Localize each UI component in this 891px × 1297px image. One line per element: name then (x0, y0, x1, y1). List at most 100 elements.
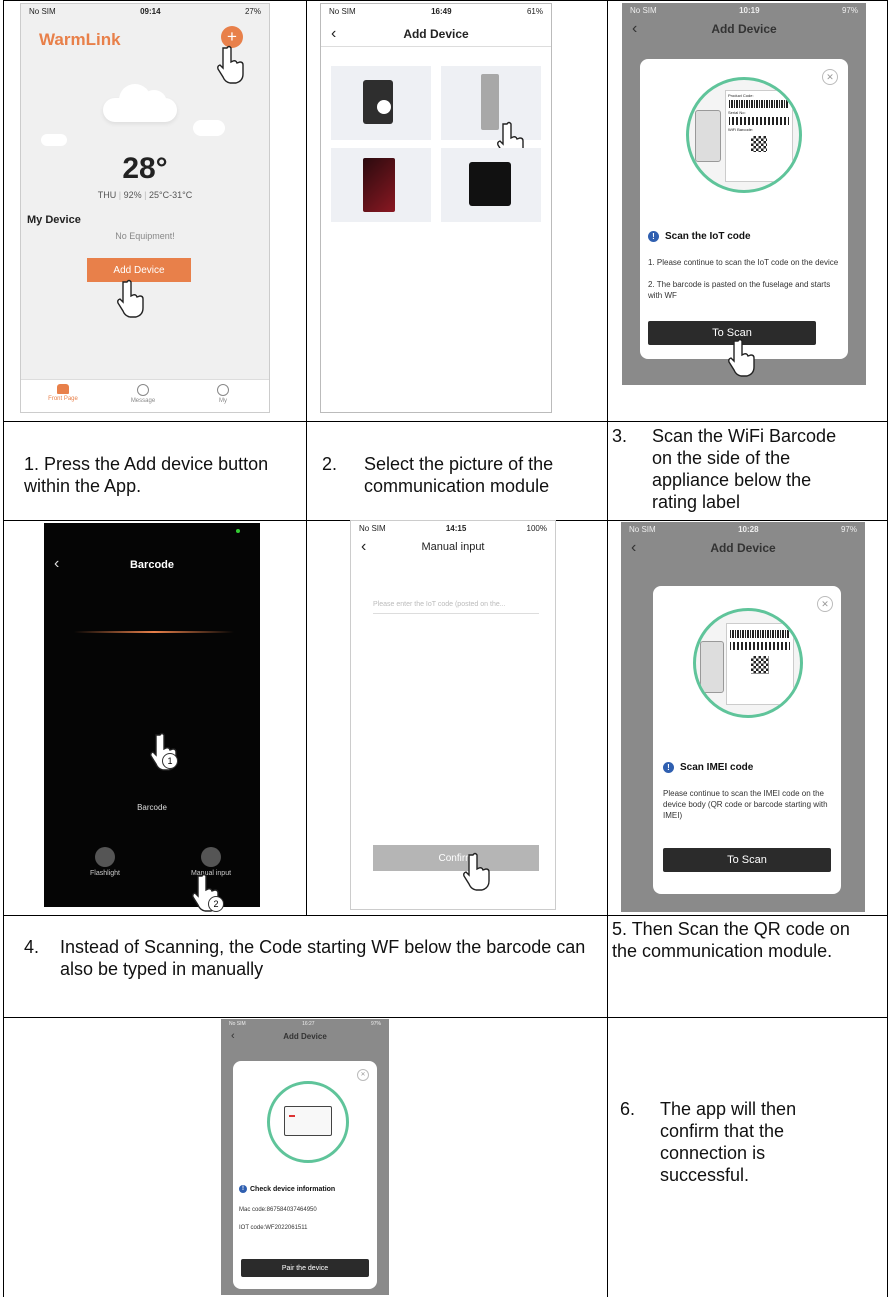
carrier-label: No SIM (29, 6, 56, 16)
screenshot-scan-iot: No SIM 10:19 97% ‹ Add Device ✕ Product … (622, 3, 866, 385)
nav-bar: ‹ Add Device (321, 22, 551, 47)
back-chevron-icon[interactable]: ‹ (331, 25, 336, 43)
mac-code: Mac code:867584037464950 (239, 1207, 317, 1213)
grid-line (3, 915, 888, 916)
temp-range-label: 25°C-31°C (149, 190, 193, 200)
iot-heading: ! Scan the IoT code (648, 231, 751, 242)
cloud-icon (41, 134, 67, 146)
grid-line (3, 421, 888, 422)
imei-heading: ! Scan IMEI code (663, 762, 753, 773)
step-3-caption: 3. Scan the WiFi Barcode on the side of … (612, 426, 837, 512)
iot-modal: ✕ Product Code: Serial No: WiFi Barcode:… (640, 59, 848, 359)
hand-pointer-icon (728, 338, 755, 377)
status-bar: No SIM 10:28 97% (629, 524, 857, 534)
module-tile[interactable] (441, 148, 541, 222)
user-icon (217, 384, 229, 396)
screenshot-module-picker: No SIM 16:49 61% ‹ Add Device (320, 3, 552, 413)
module-image (363, 158, 395, 212)
iot-instruction-2: 2. The barcode is pasted on the fuselage… (648, 280, 831, 300)
barcode-caption: Barcode (137, 803, 167, 812)
tab-my[interactable]: My (201, 384, 245, 404)
heater-icon (284, 1106, 332, 1136)
grid-line (306, 0, 307, 915)
module-image (469, 162, 511, 206)
installation-guide: No SIM 09:14 27% WarmLink + 28° THU | 92… (0, 0, 891, 1297)
screenshot-manual-input: No SIM 14:15 100% ‹ Manual input Please … (350, 520, 556, 910)
tab-front-page[interactable]: Front Page (41, 384, 85, 402)
iot-code: IOT code:WF2022061511 (239, 1225, 308, 1231)
hand-pointer-icon (463, 852, 490, 891)
hand-pointer-icon (117, 279, 144, 318)
to-scan-button[interactable]: To Scan (663, 848, 831, 872)
day-label: THU (97, 190, 117, 200)
step-number: 6. (620, 1099, 636, 1119)
barcode-graphic (730, 630, 790, 638)
qr-code-graphic (751, 136, 767, 152)
flashlight-button[interactable]: Flashlight (88, 847, 122, 877)
step-1-caption: 1. Press the Add device button within th… (24, 454, 269, 496)
grid-line (607, 0, 608, 1297)
module-tile[interactable] (331, 148, 431, 222)
qr-code-graphic (751, 656, 769, 674)
temperature: 28° (122, 152, 168, 185)
back-chevron-icon[interactable]: ‹ (631, 539, 636, 557)
scan-line (74, 631, 234, 633)
close-icon[interactable]: ✕ (822, 69, 838, 85)
app-name: WarmLink (39, 30, 121, 49)
nav-bar: ‹ Manual input (361, 538, 485, 556)
back-chevron-icon[interactable]: ‹ (361, 538, 366, 556)
info-icon: ! (663, 762, 674, 773)
status-bar: No SIM 10:19 97% (630, 5, 858, 15)
barcode-graphic (729, 117, 789, 125)
screenshot-home: No SIM 09:14 27% WarmLink + 28° THU | 92… (20, 3, 270, 413)
flashlight-icon (95, 847, 115, 867)
back-chevron-icon[interactable]: ‹ (632, 20, 637, 38)
weather-row: THU | 92% | 25°C-31°C (97, 190, 193, 200)
imei-instruction: Please continue to scan the IMEI code on… (663, 789, 828, 820)
status-bar: No SIM 09:14 27% (21, 4, 269, 18)
message-icon (137, 384, 149, 396)
confirm-button[interactable]: Confirm (373, 845, 539, 871)
keyboard-icon (201, 847, 221, 867)
step-4-caption: 4. Instead of Scanning, the Code startin… (24, 937, 586, 979)
iot-code-placeholder: Please enter the IoT code (posted on the… (373, 601, 506, 608)
step-number: 4. (24, 937, 40, 957)
step-2-caption: 2. Select the picture of the communicati… (322, 454, 554, 496)
cloud-icon (103, 82, 177, 122)
screen-title: Barcode (129, 559, 175, 571)
home-icon (57, 384, 69, 394)
status-bar: No SIM 16:49 61% (329, 6, 543, 16)
screenshot-scan-imei: No SIM 10:28 97% ‹ Add Device ✕ ! Scan IM… (621, 522, 865, 912)
back-chevron-icon[interactable]: ‹ (231, 1030, 235, 1042)
label-illustration: Product Code: Serial No: WiFi Barcode: (686, 77, 802, 193)
nav-bar: ‹ Add Device (632, 20, 777, 38)
screenshot-check-device: No SIM 16:27 97% ‹ Add Device ✕ ! Check d… (221, 1019, 389, 1295)
close-icon[interactable]: ✕ (817, 596, 833, 612)
device-info-heading: ! Check device information (239, 1185, 335, 1193)
barcode-graphic (729, 100, 789, 108)
tab-bar: Front Page Message My (21, 379, 269, 412)
module-tile[interactable] (331, 66, 431, 140)
signal-dot-icon (236, 529, 240, 533)
screenshot-barcode-scanner: ‹ Barcode 1 Barcode Flashlight Manual in… (44, 523, 260, 907)
info-icon: ! (648, 231, 659, 242)
close-icon[interactable]: ✕ (357, 1069, 369, 1081)
step-number: 2. (322, 454, 338, 474)
step-marker-1: 1 (162, 753, 178, 769)
heater-illustration (267, 1081, 349, 1163)
step-number: 3. (612, 426, 628, 446)
pair-device-button[interactable]: Pair the device (241, 1259, 369, 1277)
grid-line (887, 0, 888, 1297)
iot-code-field[interactable]: Please enter the IoT code (posted on the… (373, 593, 539, 614)
battery-label: 27% (244, 6, 261, 16)
grid-line (3, 0, 4, 1297)
step-marker-2: 2 (208, 896, 224, 912)
tab-message[interactable]: Message (121, 384, 165, 404)
barcode-graphic (730, 642, 790, 650)
info-icon: ! (239, 1185, 247, 1193)
grid-line (3, 0, 888, 1)
hand-pointer-icon (217, 45, 244, 84)
nav-bar: ‹ Add Device (631, 539, 776, 557)
grid-line (3, 1017, 888, 1018)
step-6-caption: 6. The app will then confirm that the co… (620, 1099, 797, 1185)
